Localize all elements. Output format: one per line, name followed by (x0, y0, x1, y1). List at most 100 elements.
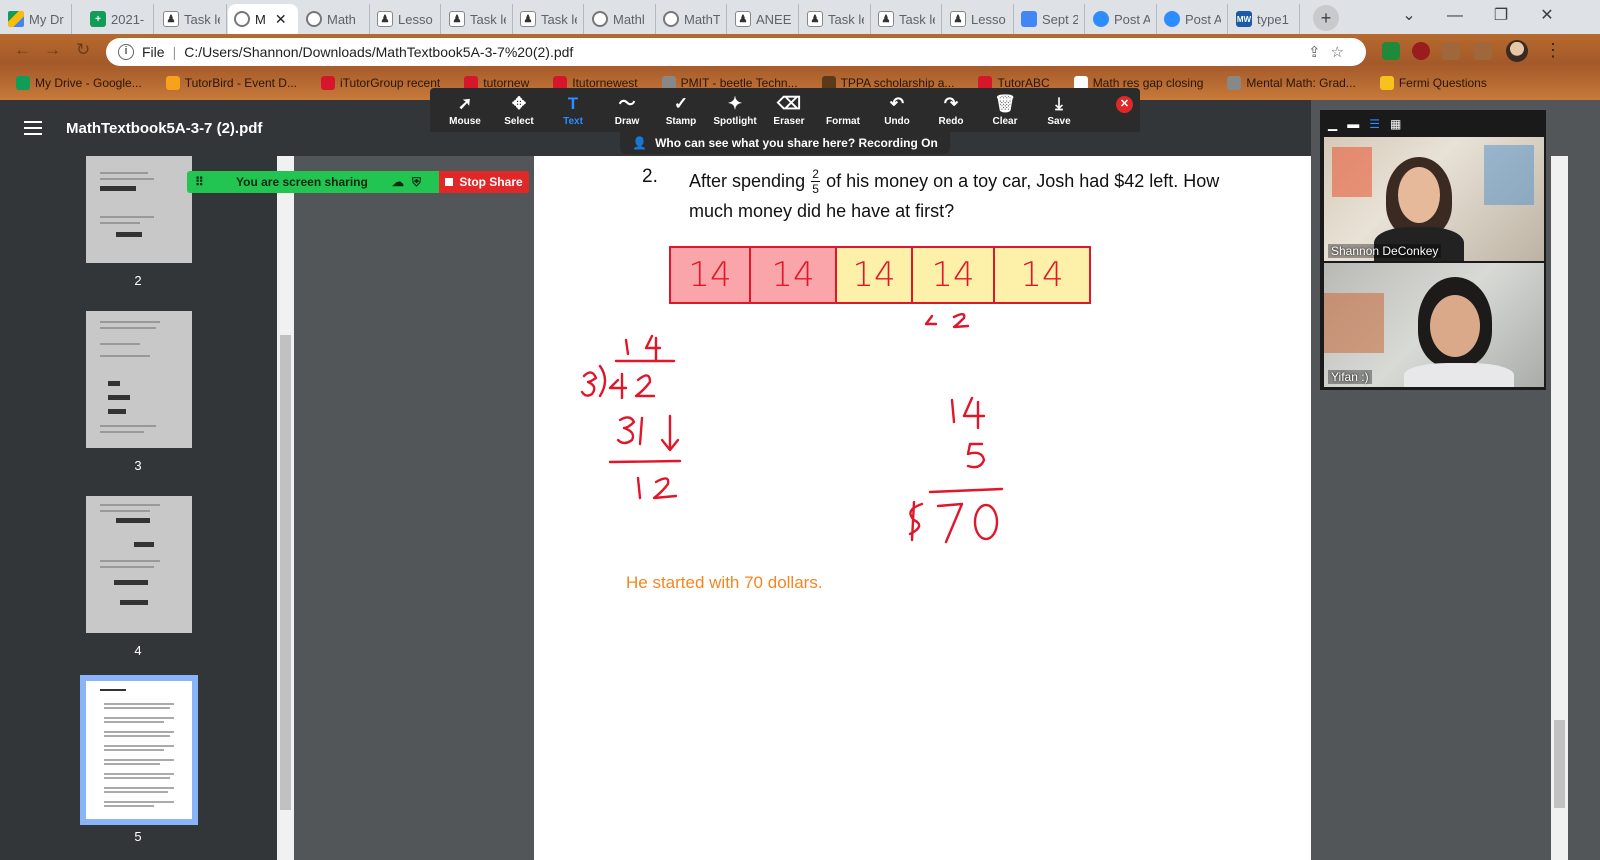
select-icon: ✥ (511, 93, 527, 113)
new-tab-button[interactable]: + (1313, 5, 1339, 31)
browser-tab[interactable]: ♟ Lesso (371, 4, 441, 34)
browser-tab[interactable]: Mathl (586, 4, 656, 34)
tool-undo[interactable]: ↶ Undo (870, 94, 924, 127)
tool-label: Eraser (773, 115, 805, 127)
page-number: 5 (134, 829, 142, 844)
browser-tab[interactable]: +2021- (84, 4, 154, 34)
bookmark-item[interactable]: Mental Math: Grad... (1211, 76, 1363, 90)
browser-tab[interactable]: ♟ Task le (157, 4, 227, 34)
page-thumbnail-2[interactable] (86, 156, 192, 263)
menu-icon[interactable] (24, 121, 42, 139)
browser-tab[interactable]: ♟ Task le (801, 4, 871, 34)
back-icon[interactable]: ← (14, 40, 31, 60)
ublock-icon[interactable] (1412, 42, 1430, 60)
tool-redo[interactable]: ↷ Redo (924, 94, 978, 127)
handwritten-2 (652, 477, 678, 500)
tool-select[interactable]: ✥ Select (492, 94, 546, 127)
browser-tab[interactable]: MathT (657, 4, 727, 34)
tool-save[interactable]: ⤓ Save (1032, 94, 1086, 127)
bookmark-favicon-icon (1379, 76, 1394, 90)
drive-icon (8, 11, 24, 27)
restore-button[interactable]: ❐ (1478, 0, 1524, 32)
browser-tab[interactable]: M ✕ (228, 4, 298, 34)
url-text[interactable]: C:/Users/Shannon/Downloads/MathTextbook5… (184, 44, 1300, 60)
page-scrollbar-thumb[interactable] (1554, 720, 1565, 808)
browser-tab[interactable]: ♟ ANEE (729, 4, 799, 34)
page-thumbnail-4[interactable] (86, 496, 192, 633)
video-tile-shannon[interactable]: Shannon DeConkey (1324, 137, 1544, 261)
address-bar[interactable]: i File | C:/Users/Shannon/Downloads/Math… (106, 38, 1366, 66)
browser-tab[interactable]: My Dr (2, 4, 72, 34)
browser-tab[interactable]: Sept 2 (1015, 4, 1085, 34)
sharing-status[interactable]: ⠿ You are screen sharing ☁⛨ (187, 171, 439, 193)
tool-stamp[interactable]: ✓ Stamp (654, 94, 708, 127)
stop-share-label: Stop Share (459, 175, 523, 189)
minimize-video-icon[interactable]: ▁ (1328, 117, 1337, 131)
tab-title: My Dr (29, 11, 64, 27)
sharing-status-label: You are screen sharing (236, 175, 368, 189)
tool-label: Spotlight (713, 115, 757, 127)
browser-tab[interactable]: Post A (1087, 4, 1157, 34)
tool-mouse[interactable]: ➚ Mouse (438, 94, 492, 127)
tool-eraser[interactable]: ⌫ Eraser (762, 94, 816, 127)
annotation-toolbar: ➚ Mouse ✥ Select T Text 〜 Draw ✓ Stamp ✦ Spotlight ⌫… (430, 88, 1140, 132)
handwritten-annotations (580, 313, 1004, 544)
minimize-button[interactable]: — (1432, 0, 1478, 32)
stop-share-button[interactable]: Stop Share (439, 171, 529, 193)
speaker-view-icon[interactable]: ☰ (1369, 117, 1380, 131)
zoom-icon (1164, 11, 1180, 27)
close-window-button[interactable]: ✕ (1524, 0, 1570, 32)
browser-tab[interactable]: Math (300, 4, 370, 34)
recording-notice-text: Who can see what you share here? Recordi… (655, 136, 938, 150)
browser-tab[interactable]: Post A (1158, 4, 1228, 34)
bookmark-item[interactable]: Fermi Questions (1364, 76, 1495, 90)
browser-tab[interactable]: ♟ Task le (443, 4, 513, 34)
bookmark-item[interactable]: My Drive - Google... (0, 76, 150, 90)
globe-icon (234, 11, 250, 27)
forward-icon[interactable]: → (44, 40, 61, 60)
info-icon[interactable]: i (118, 44, 134, 60)
profile-avatar[interactable] (1506, 40, 1528, 62)
bookmark-favicon-icon (165, 76, 180, 90)
tab-title: Post A (1185, 11, 1221, 27)
browser-tab[interactable]: MW type1 (1230, 4, 1300, 34)
browser-tab[interactable]: ♟ Task le (872, 4, 942, 34)
sidebar-scrollbar-thumb[interactable] (280, 335, 291, 810)
close-tab-icon[interactable]: ✕ (275, 11, 287, 28)
text-icon: T (567, 93, 579, 113)
tool-spotlight[interactable]: ✦ Spotlight (708, 94, 762, 127)
drag-handle-icon[interactable]: ⠿ (195, 175, 204, 189)
save-icon: ⤓ (1055, 93, 1063, 113)
close-annotation-button[interactable]: ✕ (1116, 96, 1133, 113)
tool-draw[interactable]: 〜 Draw (600, 94, 654, 127)
tool-label: Format (826, 115, 860, 127)
recording-notice[interactable]: 👤 Who can see what you share here? Recor… (620, 132, 950, 154)
mouse-icon: ➚ (457, 93, 473, 113)
gallery-view-icon[interactable]: ▦ (1390, 117, 1401, 131)
share-star-icons[interactable]: ⇪☆ (1308, 43, 1354, 61)
browser-tab[interactable]: ♟ Task le (514, 4, 584, 34)
bookmark-label: TutorBird - Event D... (184, 76, 297, 90)
page-thumbnail-3[interactable] (86, 311, 192, 448)
extension-icon[interactable] (1442, 42, 1460, 60)
tab-search-icon[interactable]: ⌄ (1386, 0, 1432, 32)
browser-tab[interactable]: ♟ Lesso (944, 4, 1014, 34)
globe-icon (663, 11, 679, 27)
tool-format[interactable]: Format (816, 94, 870, 127)
extensions-puzzle-icon[interactable] (1474, 42, 1492, 60)
browser-menu-icon[interactable]: ⋮ (1544, 40, 1562, 61)
thumbnail-view-icon[interactable]: ▬ (1347, 117, 1359, 131)
bookmark-item[interactable]: TutorBird - Event D... (150, 76, 305, 90)
tool-clear[interactable]: 🗑 Clear (978, 94, 1032, 127)
tool-text[interactable]: T Text (546, 94, 600, 127)
extension-icon[interactable] (1382, 42, 1400, 60)
bookmark-favicon-icon (1227, 76, 1242, 90)
draw-icon: 〜 (618, 93, 636, 113)
subtraction-line (608, 459, 682, 464)
tool-label: Stamp (665, 115, 697, 127)
video-tile-yifan[interactable]: Yifan :) (1324, 263, 1544, 387)
bookmark-item[interactable]: iTutorGroup recent (305, 76, 448, 90)
page-thumbnail-5[interactable] (86, 681, 192, 819)
handwritten-1 (638, 416, 644, 446)
reload-icon[interactable]: ↻ (76, 40, 90, 60)
